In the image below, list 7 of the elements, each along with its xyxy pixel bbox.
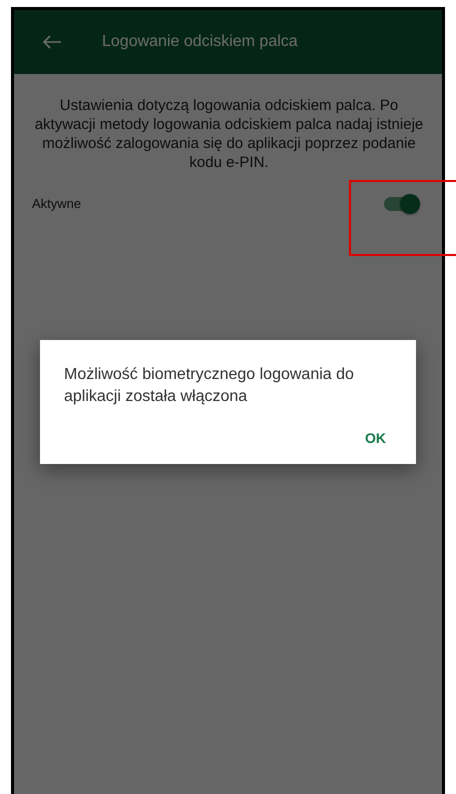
description-text: Ustawienia dotyczą logowania odciskiem palca. Po aktywacji metody logowania odciskiem palca nadaj istnieje możliwość zalogowania się do aplikacji poprzez podanie kodu e-PIN. [34,96,424,172]
setting-label: Aktywne [32,196,82,211]
dialog-message: Możliwość biometrycznego logowania do aplikacji została włączona [64,365,355,407]
toggle-switch[interactable] [384,196,418,210]
ok-button[interactable]: OK [355,422,396,454]
back-arrow-icon[interactable] [42,34,62,50]
app-bar-title: Logowanie odciskiem palca [102,33,298,51]
